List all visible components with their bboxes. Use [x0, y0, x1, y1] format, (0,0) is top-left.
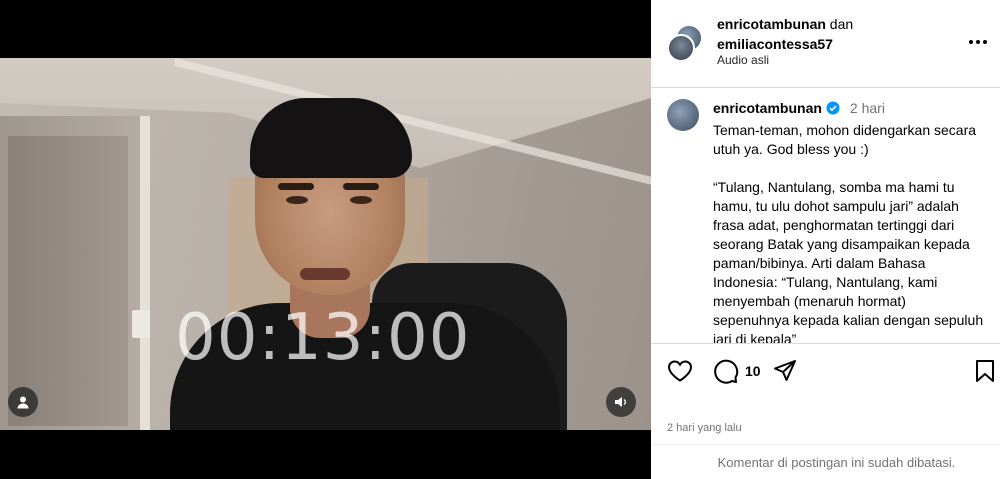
post-header: enricotambunan dan emiliacontessa57 Audi…	[651, 0, 1000, 88]
avatar[interactable]	[667, 34, 695, 62]
door-panel	[8, 136, 128, 426]
post-date[interactable]: 2 hari yang lalu	[667, 422, 742, 434]
caption-header: enricotambunan 2 hari	[713, 100, 885, 116]
light-switch	[132, 310, 150, 338]
user-icon	[17, 396, 29, 409]
comment-icon	[714, 359, 739, 384]
room-door	[0, 116, 150, 430]
collab-avatars[interactable]	[667, 24, 707, 64]
left-brow	[278, 183, 314, 190]
share-button[interactable]	[773, 358, 797, 384]
more-options-button[interactable]	[966, 30, 990, 54]
author-link[interactable]: emiliacontessa57	[717, 36, 833, 52]
like-button[interactable]	[667, 358, 693, 384]
caption-text: Teman-teman, mohon didengarkan secara ut…	[713, 122, 984, 343]
reel-viewer: 00:13:00 enricotambunan dan emiliacontes…	[0, 0, 1000, 479]
avatar[interactable]	[667, 99, 699, 131]
save-button[interactable]	[974, 358, 996, 384]
post-side-panel: enricotambunan dan emiliacontessa57 Audi…	[651, 0, 1000, 479]
video-frame[interactable]: 00:13:00	[0, 58, 651, 430]
speaker-icon	[615, 397, 627, 407]
comments-disabled-notice: Komentar di postingan ini sudah dibatasi…	[651, 444, 1000, 479]
right-brow	[343, 183, 379, 190]
comment-button[interactable]	[713, 358, 739, 384]
comment-count: 10	[745, 363, 761, 379]
caption-time[interactable]: 2 hari	[850, 100, 885, 116]
action-bar: 10 2 hari yang lalu Komentar di postinga…	[651, 343, 1000, 478]
left-eye	[286, 196, 308, 204]
heart-icon	[667, 360, 693, 382]
verified-badge-icon	[826, 101, 840, 115]
mouth	[300, 268, 350, 280]
sound-toggle-button[interactable]	[606, 387, 636, 417]
person-hair	[250, 98, 412, 178]
author-connector: dan	[829, 16, 854, 32]
caption-username[interactable]: enricotambunan	[713, 100, 822, 116]
author-link[interactable]: enricotambunan	[717, 16, 826, 32]
bookmark-icon	[976, 360, 994, 382]
video-pane[interactable]: 00:13:00	[0, 0, 651, 479]
right-eye	[350, 196, 372, 204]
video-timer-overlay: 00:13:00	[175, 301, 471, 375]
share-icon	[774, 360, 796, 381]
more-options-icon	[969, 40, 987, 44]
tagged-profile-button[interactable]	[8, 387, 38, 417]
post-authors: enricotambunan dan emiliacontessa57	[717, 14, 853, 54]
audio-link[interactable]: Audio asli	[717, 53, 769, 67]
caption-section: enricotambunan 2 hari Teman-teman, mohon…	[651, 89, 1000, 343]
